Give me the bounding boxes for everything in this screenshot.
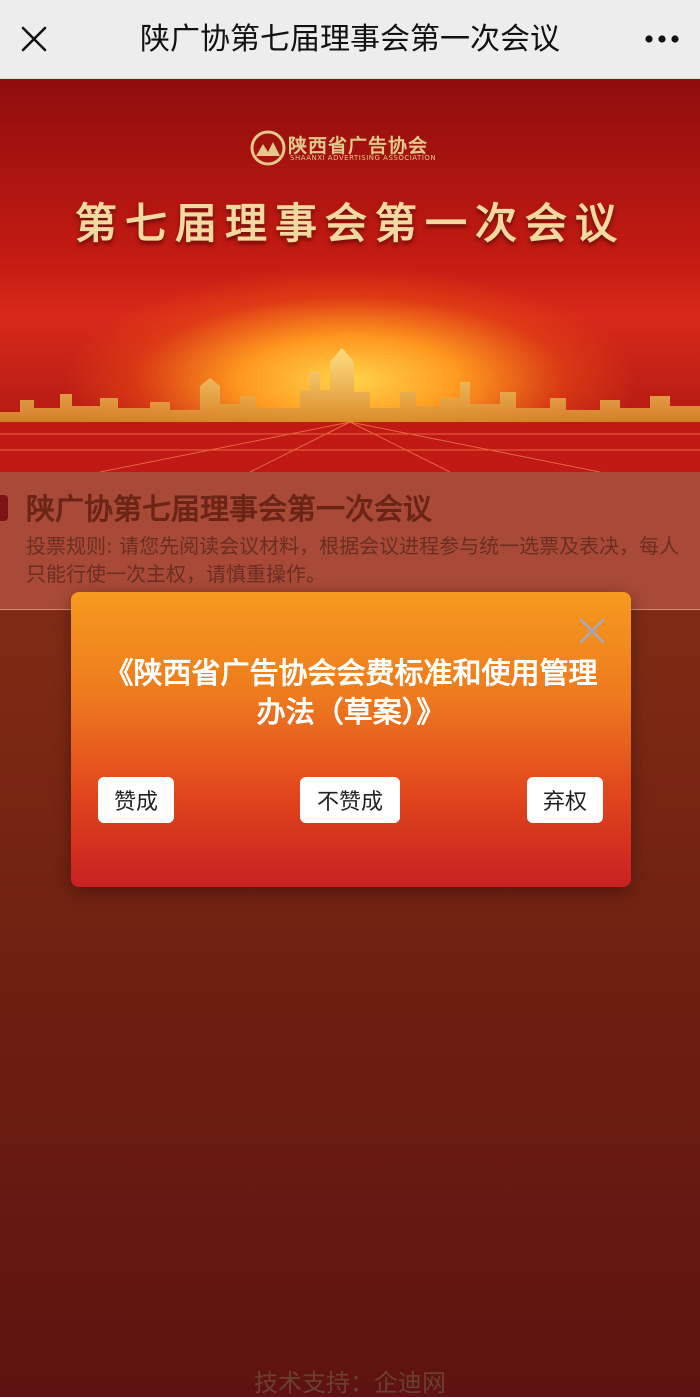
disagree-button[interactable]: 不赞成 (300, 777, 400, 823)
voting-rules: 投票规则: 请您先阅读会议材料，根据会议进程参与统一选票及表决，每人只能行使一次… (26, 534, 680, 586)
meeting-title: 陕广协第七届理事会第一次会议 (26, 492, 433, 526)
close-icon[interactable] (579, 618, 605, 644)
meeting-banner: 陕西省广告协会 SHAANXI ADVERTISING ASSOCIATION … (0, 80, 700, 472)
motion-title: 《陕西省广告协会会费标准和使用管理办法（草案）》 (104, 656, 598, 729)
more-dots-icon[interactable] (638, 17, 686, 61)
nav-bar: 陕广协第七届理事会第一次会议 (0, 0, 700, 79)
agree-button[interactable]: 赞成 (98, 777, 174, 823)
abstain-button[interactable]: 弃权 (527, 777, 603, 823)
vote-dialog: 《陕西省广告协会会费标准和使用管理办法（草案）》 赞成 不赞成 弃权 (71, 592, 631, 887)
page-title: 陕广协第七届理事会第一次会议 (140, 22, 560, 57)
meeting-info: 陕广协第七届理事会第一次会议 投票规则: 请您先阅读会议材料，根据会议进程参与统… (0, 472, 700, 610)
close-icon[interactable] (12, 17, 56, 61)
association-logo-icon (250, 130, 286, 166)
footer-credit: 技术支持：企迪网 (254, 1369, 446, 1397)
title-marker (0, 495, 8, 521)
logo-subtext: SHAANXI ADVERTISING ASSOCIATION (290, 154, 437, 162)
association-logo: 陕西省广告协会 SHAANXI ADVERTISING ASSOCIATION (250, 130, 460, 170)
city-skyline-graphic (0, 348, 700, 472)
banner-title: 第七届理事会第一次会议 (74, 199, 625, 248)
